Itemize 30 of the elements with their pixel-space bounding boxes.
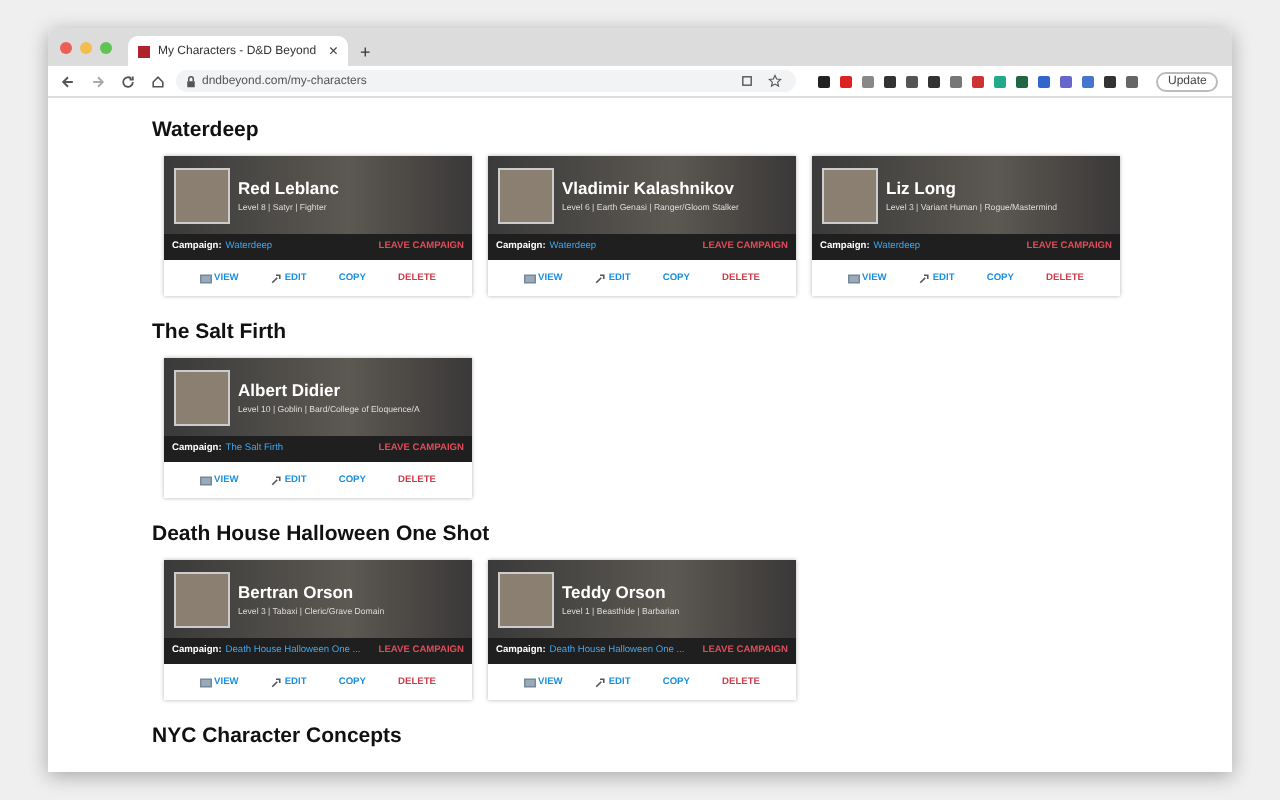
home-icon[interactable] bbox=[150, 73, 166, 89]
reload-icon[interactable] bbox=[120, 73, 136, 89]
portrait-photo-placeholder bbox=[498, 167, 554, 223]
star-icon[interactable] bbox=[768, 74, 782, 88]
sheet-icon bbox=[848, 273, 861, 283]
character-name: Albert Didier bbox=[238, 380, 343, 400]
character-name: Bertran Orson bbox=[238, 582, 356, 602]
close-tab-button[interactable]: × bbox=[328, 42, 338, 60]
character-name: Red Leblanc bbox=[238, 178, 340, 198]
sheet-icon bbox=[524, 677, 537, 687]
site-favicon-icon bbox=[138, 45, 150, 57]
portrait-photo-placeholder bbox=[822, 167, 878, 223]
sheet-icon bbox=[200, 273, 213, 283]
sheet-icon bbox=[200, 475, 213, 485]
campaign-heading: NYC Character Concepts bbox=[152, 724, 404, 748]
character-name: Liz Long bbox=[886, 178, 958, 198]
campaign-heading: Waterdeep bbox=[152, 118, 261, 142]
portrait-photo-placeholder bbox=[498, 571, 554, 627]
lock-icon bbox=[186, 75, 196, 87]
campaign-heading: The Salt Firth bbox=[152, 320, 289, 344]
portrait-photo-placeholder bbox=[174, 167, 230, 223]
character-name: Teddy Orson bbox=[562, 582, 668, 602]
back-icon[interactable] bbox=[60, 73, 76, 89]
portrait-photo-placeholder bbox=[174, 571, 230, 627]
portrait-photo-placeholder bbox=[174, 369, 230, 425]
sheet-icon bbox=[200, 677, 213, 687]
new-tab-button[interactable]: + bbox=[360, 42, 371, 62]
sheet-icon bbox=[524, 273, 537, 283]
character-name: Vladimir Kalashnikov bbox=[562, 178, 736, 198]
campaign-heading: Death House Halloween One Shot bbox=[152, 522, 492, 546]
